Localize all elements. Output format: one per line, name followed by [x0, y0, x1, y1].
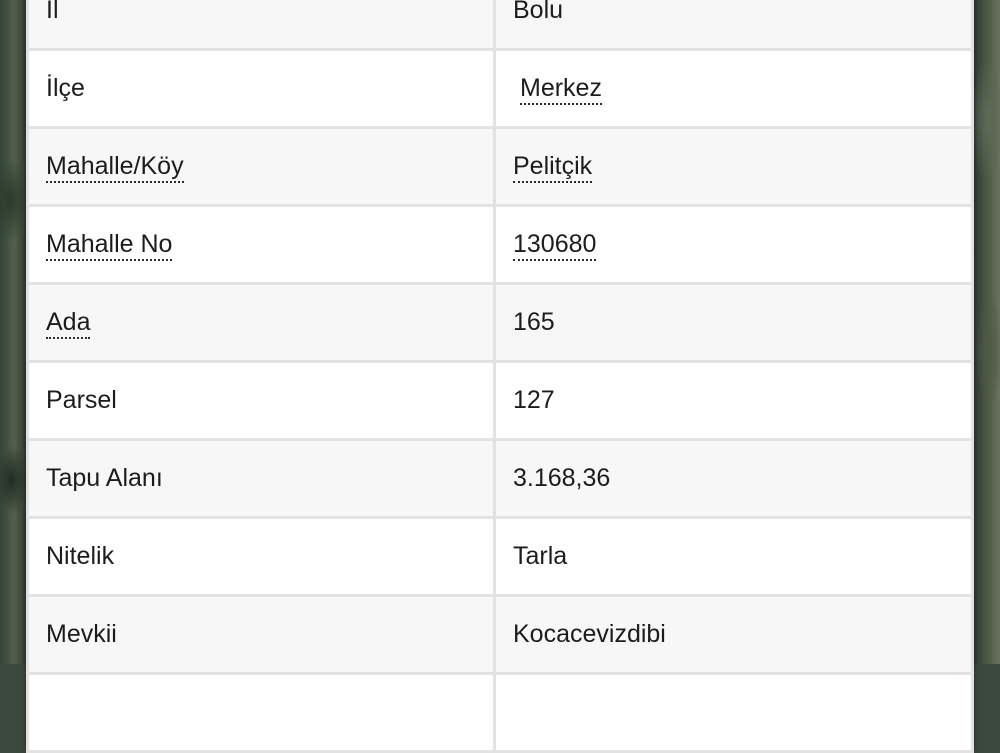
row-value-cell: Bolu — [493, 0, 974, 51]
row-label-cell: Tapu Alanı — [26, 438, 496, 519]
il-label: İl — [46, 0, 59, 24]
mevkii-value: Kocacevizdibi — [513, 620, 666, 648]
il-value: Bolu — [513, 0, 564, 24]
ilce-label: İlçe — [46, 74, 85, 102]
row-value-cell: 127 — [493, 360, 974, 441]
row-label-cell: Mevkii — [26, 594, 496, 675]
ada-value: 165 — [513, 308, 555, 336]
parcel-info-panel: İl Bolu İlçe Merkez Mahalle/Köy Pelitçik… — [26, 0, 974, 753]
parcel-info-table: İl Bolu İlçe Merkez Mahalle/Köy Pelitçik… — [26, 0, 974, 753]
row-value-cell: 165 — [493, 282, 974, 363]
nitelik-label: Nitelik — [46, 542, 115, 570]
table-row-ilce: İlçe Merkez — [26, 48, 974, 129]
row-label-cell: Ada — [26, 282, 496, 363]
row-value-cell: Kocacevizdibi — [493, 594, 974, 675]
parsel-value: 127 — [513, 386, 555, 414]
row-label-cell: Parsel — [26, 360, 496, 441]
row-value-cell: 3.168,36 — [493, 438, 974, 519]
row-value-cell: 130680 — [493, 204, 974, 285]
tapu-alani-label: Tapu Alanı — [46, 464, 163, 492]
ada-label-link[interactable]: Ada — [46, 308, 91, 339]
row-value-cell: Merkez — [493, 48, 974, 129]
row-label-cell: İlçe — [26, 48, 496, 129]
row-label-cell: Nitelik — [26, 516, 496, 597]
table-row-mahalle: Mahalle/Köy Pelitçik — [26, 126, 974, 207]
mahalle-label-link[interactable]: Mahalle/Köy — [46, 152, 184, 183]
row-value-cell: Tarla — [493, 516, 974, 597]
table-row-tapu-alani: Tapu Alanı 3.168,36 — [26, 438, 974, 519]
row-value-cell: Pelitçik — [493, 126, 974, 207]
table-row-parsel: Parsel 127 — [26, 360, 974, 441]
table-row-partial — [26, 672, 974, 753]
row-label-cell: Mahalle/Köy — [26, 126, 496, 207]
table-row-nitelik: Nitelik Tarla — [26, 516, 974, 597]
row-label-cell — [26, 672, 496, 753]
ilce-value-link[interactable]: Merkez — [520, 74, 602, 105]
mahalle-value-link[interactable]: Pelitçik — [513, 152, 593, 183]
row-label-cell: Mahalle No — [26, 204, 496, 285]
table-row-mevkii: Mevkii Kocacevizdibi — [26, 594, 974, 675]
parsel-label: Parsel — [46, 386, 117, 414]
table-row-ada: Ada 165 — [26, 282, 974, 363]
table-row-mahalle-no: Mahalle No 130680 — [26, 204, 974, 285]
row-label-cell: İl — [26, 0, 496, 51]
row-value-cell — [493, 672, 974, 753]
mahalle-no-value-link[interactable]: 130680 — [513, 230, 597, 261]
tapu-alani-value: 3.168,36 — [513, 464, 611, 492]
mevkii-label: Mevkii — [46, 620, 117, 648]
nitelik-value: Tarla — [513, 542, 568, 570]
table-row-il: İl Bolu — [26, 0, 974, 51]
mahalle-no-label-link[interactable]: Mahalle No — [46, 230, 173, 261]
